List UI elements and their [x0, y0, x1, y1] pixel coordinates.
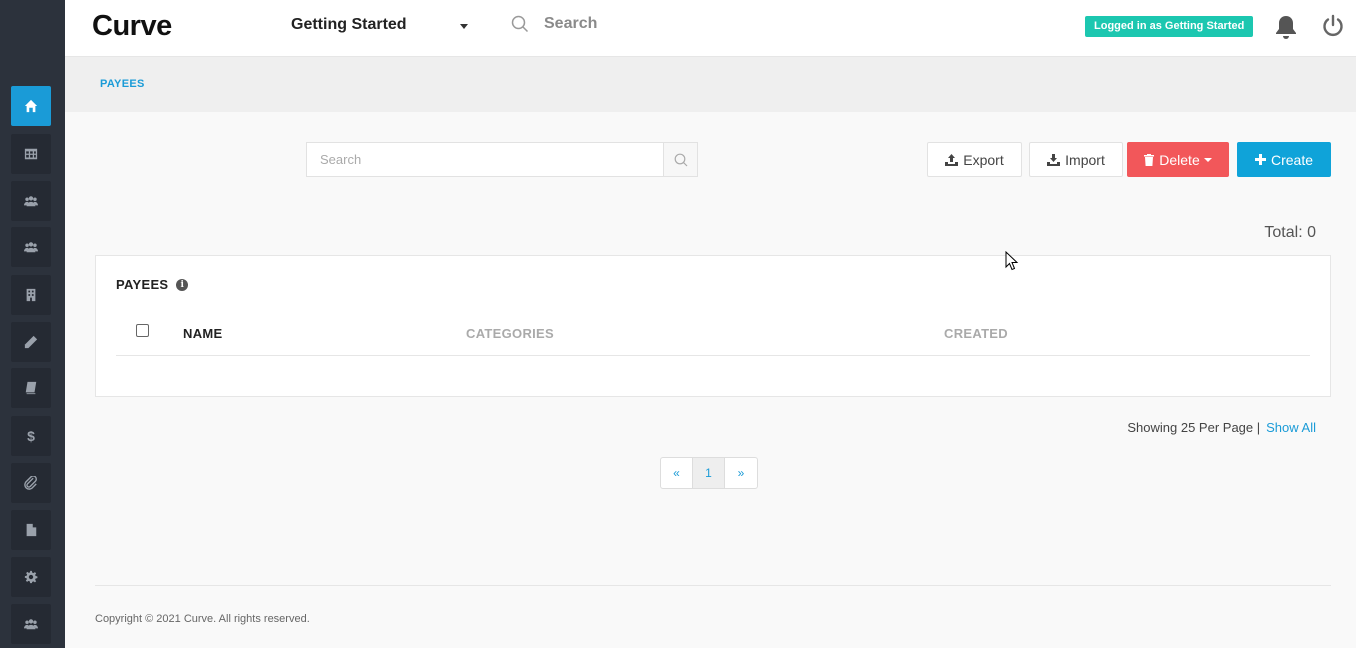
- delete-button[interactable]: Delete: [1127, 142, 1229, 177]
- export-label: Export: [963, 151, 1004, 168]
- panel-title-text: PAYEES: [116, 277, 169, 292]
- project-select[interactable]: Getting Started: [291, 16, 407, 34]
- import-label: Import: [1065, 151, 1105, 168]
- team-icon: [24, 619, 38, 630]
- sidebar-item-book[interactable]: [11, 368, 51, 408]
- global-search-input[interactable]: Search: [544, 15, 597, 33]
- sidebar-item-finance[interactable]: $: [11, 416, 51, 456]
- paging-info: Showing 25 Per Page | Show All: [1100, 420, 1316, 435]
- plus-icon: [1254, 154, 1266, 165]
- search-input[interactable]: [307, 143, 664, 176]
- sidebar-item-attachments[interactable]: [11, 463, 51, 503]
- building-icon: [26, 288, 36, 302]
- search-icon: [511, 15, 529, 33]
- file-icon: [26, 523, 37, 537]
- delete-label: Delete: [1159, 151, 1200, 168]
- sidebar-item-team[interactable]: [11, 604, 51, 644]
- sidebar-item-table[interactable]: [11, 134, 51, 174]
- info-icon[interactable]: i: [176, 278, 189, 291]
- payee-search: [306, 142, 698, 177]
- mouse-cursor-icon: [1005, 251, 1019, 271]
- payees-panel: PAYEES i NAME CATEGORIES CREATED: [95, 255, 1331, 397]
- bell-icon[interactable]: [1274, 14, 1298, 40]
- chevron-down-icon[interactable]: [460, 24, 468, 29]
- sidebar: $: [0, 0, 65, 648]
- sidebar-item-home[interactable]: [11, 86, 51, 126]
- pencil-icon: [24, 335, 38, 349]
- select-all-checkbox[interactable]: [136, 324, 149, 337]
- sidebar-item-edit[interactable]: [11, 322, 51, 362]
- upload-icon: [945, 153, 959, 166]
- gear-icon: [24, 570, 38, 584]
- export-button[interactable]: Export: [927, 142, 1022, 177]
- sidebar-item-users[interactable]: [11, 181, 51, 221]
- pagination: « 1 »: [660, 457, 758, 489]
- login-status-badge: Logged in as Getting Started: [1085, 16, 1254, 37]
- book-icon: [25, 381, 37, 395]
- create-label: Create: [1270, 151, 1314, 168]
- show-all-link[interactable]: Show All: [1266, 420, 1316, 435]
- prev-page-button[interactable]: «: [661, 458, 693, 488]
- logo[interactable]: Curve: [92, 10, 172, 43]
- create-button[interactable]: Create: [1237, 142, 1331, 177]
- sidebar-item-documents[interactable]: [11, 510, 51, 550]
- search-icon: [674, 153, 687, 166]
- sidebar-item-groups[interactable]: [11, 227, 51, 267]
- group-icon: [24, 242, 38, 253]
- column-header-categories[interactable]: CATEGORIES: [466, 326, 554, 341]
- next-page-button[interactable]: »: [725, 458, 757, 488]
- column-header-created[interactable]: CREATED: [944, 326, 1008, 341]
- download-icon: [1047, 153, 1061, 166]
- dollar-icon: $: [27, 428, 35, 444]
- chevron-down-icon: [1203, 157, 1212, 162]
- import-button[interactable]: Import: [1029, 142, 1123, 177]
- home-icon: [24, 99, 38, 113]
- panel-title: PAYEES i: [116, 277, 189, 292]
- trash-icon: [1144, 153, 1155, 166]
- power-icon[interactable]: [1322, 14, 1344, 38]
- sidebar-item-settings[interactable]: [11, 557, 51, 597]
- breadcrumb[interactable]: PAYEES: [100, 78, 145, 90]
- header-divider: [116, 355, 1310, 356]
- breadcrumb-bar: PAYEES: [65, 57, 1356, 112]
- top-bar: Curve Getting Started Search Logged in a…: [65, 0, 1356, 57]
- search-button[interactable]: [663, 143, 697, 176]
- sidebar-item-buildings[interactable]: [11, 275, 51, 315]
- table-icon: [24, 148, 38, 160]
- footer-divider: [95, 585, 1331, 586]
- paperclip-icon: [24, 476, 37, 490]
- column-header-name[interactable]: NAME: [183, 326, 222, 341]
- footer-copyright: Copyright © 2021 Curve. All rights reser…: [95, 613, 310, 625]
- per-page-text: Showing 25 Per Page |: [1127, 420, 1261, 435]
- users-icon: [24, 196, 38, 207]
- total-count: Total: 0: [1264, 224, 1316, 241]
- page-1-button[interactable]: 1: [693, 458, 725, 488]
